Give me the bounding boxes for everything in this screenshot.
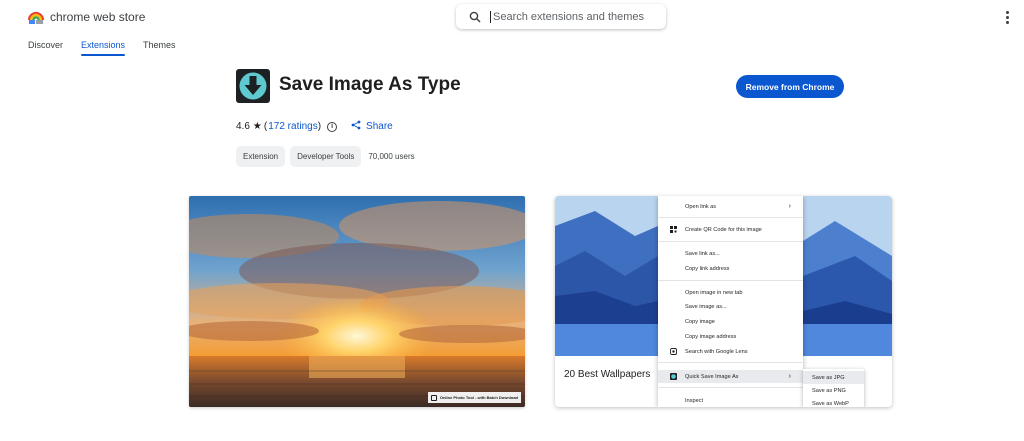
tab-extensions[interactable]: Extensions xyxy=(81,40,126,56)
sunset-image xyxy=(189,196,525,407)
menu-separator xyxy=(658,217,803,218)
save-as-submenu: Save as JPG Save as PNG Save as WebP xyxy=(803,369,864,407)
photo-watermark: Online Photo Tool - with Batch Download xyxy=(427,392,521,403)
tab-discover[interactable]: Discover xyxy=(28,40,63,56)
google-lens-icon xyxy=(670,348,677,355)
extension-download-icon xyxy=(236,69,270,103)
menu-separator xyxy=(658,280,803,281)
category-chips: Extension Developer Tools 70,000 users xyxy=(236,146,415,167)
screenshot-context-menu[interactable]: 20 Best Wallpapers Open link as › Create… xyxy=(555,196,892,407)
watermark-text: Online Photo Tool - with Batch Download xyxy=(439,395,518,400)
info-icon[interactable]: i xyxy=(327,121,338,132)
submenu-save-as-png[interactable]: Save as PNG xyxy=(803,384,864,397)
menu-copy-image-address[interactable]: Copy image address xyxy=(658,330,803,343)
qr-code-icon xyxy=(670,226,677,233)
nav-tabs: Discover Extensions Themes xyxy=(28,40,176,56)
menu-item-label: Copy image address xyxy=(685,333,737,340)
menu-search-google-lens[interactable]: Search with Google Lens xyxy=(658,345,803,358)
remove-from-chrome-button[interactable]: Remove from Chrome xyxy=(736,75,844,98)
rating-row: 4.6 ★ ( 172 ratings ) i Share xyxy=(236,120,393,133)
extension-app-icon xyxy=(670,373,677,380)
menu-separator xyxy=(658,362,803,363)
menu-separator xyxy=(658,387,803,388)
rating-value: 4.6 xyxy=(236,121,250,132)
watermark-app-icon xyxy=(430,394,437,401)
menu-copy-image[interactable]: Copy image xyxy=(658,315,803,328)
context-menu: Open link as › Create QR Code for this i… xyxy=(658,196,803,407)
menu-item-label: Inspect xyxy=(685,397,704,404)
rainbow-logo-icon xyxy=(27,9,45,25)
menu-item-label: Create QR Code for this image xyxy=(685,226,762,233)
star-icon: ★ xyxy=(252,121,262,132)
user-count: 70,000 users xyxy=(368,152,415,161)
menu-create-qr-code[interactable]: Create QR Code for this image xyxy=(658,223,803,236)
wallpaper-caption: 20 Best Wallpapers xyxy=(564,369,651,380)
menu-item-label: Open link as xyxy=(685,203,717,210)
menu-item-label: Save link as... xyxy=(685,250,720,257)
share-icon xyxy=(351,120,361,133)
ratings-link[interactable]: 172 ratings xyxy=(268,121,317,132)
menu-save-link-as[interactable]: Save link as... xyxy=(658,247,803,260)
chrome-web-store-logo[interactable]: chrome web store xyxy=(27,9,146,25)
search-input[interactable] xyxy=(490,10,650,23)
menu-item-label: Copy link address xyxy=(685,265,730,272)
chevron-right-icon: › xyxy=(788,373,791,380)
menu-item-label: Open image in new tab xyxy=(685,289,743,296)
submenu-save-as-webp[interactable]: Save as WebP xyxy=(803,397,864,407)
menu-quick-save-image-as[interactable]: Quick Save Image As › xyxy=(658,370,803,383)
paren-close: ) xyxy=(317,121,322,132)
screenshot-sunset[interactable]: Online Photo Tool - with Batch Download xyxy=(189,196,525,407)
search-icon xyxy=(464,6,486,28)
share-button[interactable]: Share xyxy=(351,120,393,133)
menu-copy-link-address[interactable]: Copy link address xyxy=(658,262,803,275)
menu-open-image-new-tab[interactable]: Open image in new tab xyxy=(658,286,803,299)
chip-extension[interactable]: Extension xyxy=(236,146,286,167)
tab-themes[interactable]: Themes xyxy=(143,40,176,56)
menu-save-image-as[interactable]: Save image as... xyxy=(658,300,803,313)
search-bar[interactable] xyxy=(456,4,666,29)
submenu-save-as-jpg[interactable]: Save as JPG xyxy=(803,371,864,384)
more-options-icon[interactable] xyxy=(1001,8,1013,26)
menu-item-label: Copy image xyxy=(685,318,715,325)
menu-item-label: Quick Save Image As xyxy=(685,373,739,380)
menu-open-link-as[interactable]: Open link as › xyxy=(658,200,803,213)
menu-inspect[interactable]: Inspect xyxy=(658,394,803,407)
menu-separator xyxy=(658,241,803,242)
extension-title: Save Image As Type xyxy=(279,74,461,95)
menu-item-label: Search with Google Lens xyxy=(685,348,748,355)
chevron-right-icon: › xyxy=(788,203,791,210)
paren-open: ( xyxy=(263,121,268,132)
logo-text: chrome web store xyxy=(50,10,146,24)
share-label: Share xyxy=(366,121,393,132)
menu-item-label: Save image as... xyxy=(685,303,727,310)
chip-developer-tools[interactable]: Developer Tools xyxy=(290,146,362,167)
